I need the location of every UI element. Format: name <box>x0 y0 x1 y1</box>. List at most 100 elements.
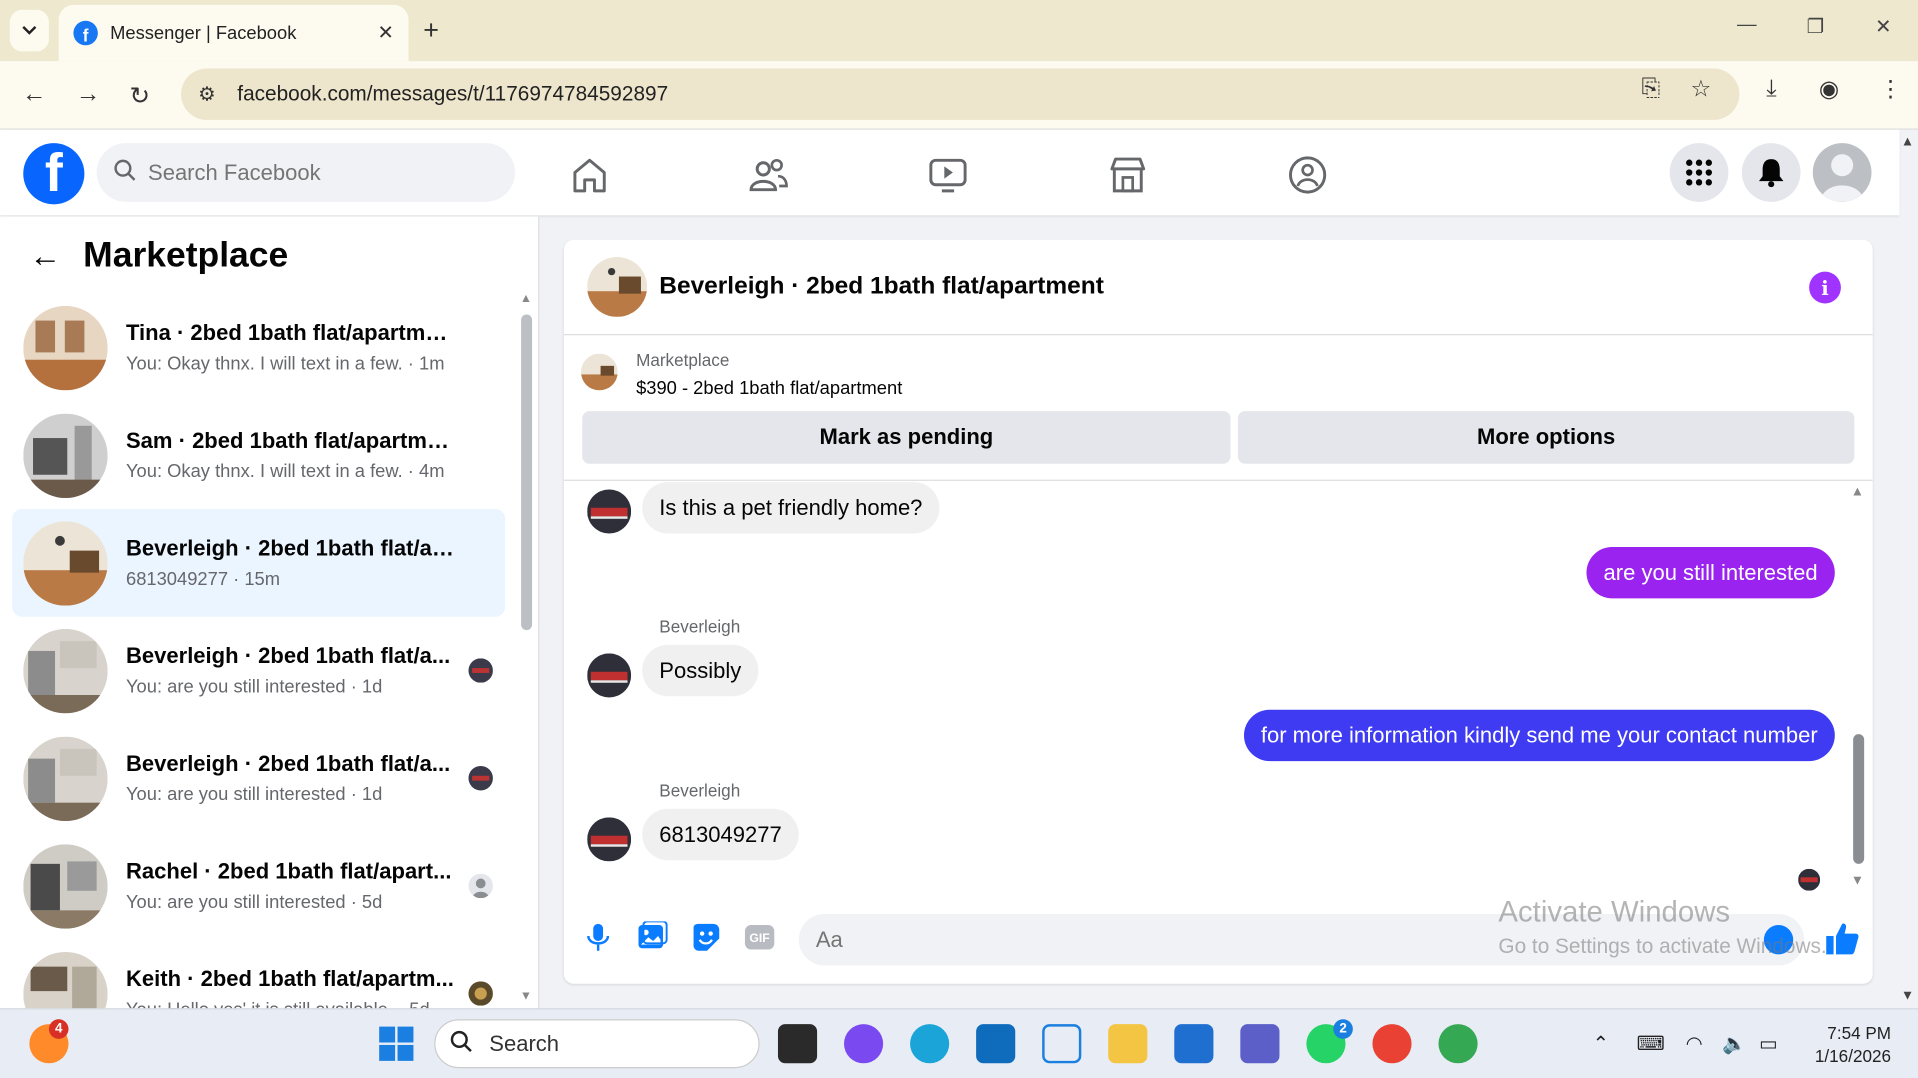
marketplace-label: Marketplace <box>636 349 730 370</box>
chat-title[interactable]: Beverleigh · 2bed 1bath flat/apartment <box>659 273 1104 301</box>
conversation-preview: You: Okay thnx. I will text in a few. · … <box>125 353 445 375</box>
tab-close-button[interactable]: ✕ <box>377 21 393 45</box>
conversation-list-scrollbar[interactable] <box>521 314 533 631</box>
restore-button[interactable]: ❐ <box>1807 15 1825 39</box>
menu-grid-button[interactable] <box>1669 143 1729 202</box>
listing-thumbnail <box>23 843 108 929</box>
sticker-icon[interactable] <box>690 921 722 953</box>
edge-icon[interactable] <box>910 1024 950 1064</box>
close-window-button[interactable]: ✕ <box>1875 15 1891 39</box>
conversation-item[interactable]: Sam · 2bed 1bath flat/apartment You: Oka… <box>12 401 505 509</box>
back-arrow-icon[interactable]: ← <box>29 237 61 275</box>
outgoing-message[interactable]: are you still interested <box>1586 546 1835 599</box>
browser-menu-icon[interactable]: ⋮ <box>1879 76 1902 104</box>
wifi-icon[interactable]: ◠ <box>1686 1031 1703 1055</box>
clock-time: 7:54 PM <box>1827 1022 1892 1043</box>
home-icon[interactable] <box>569 154 611 196</box>
scroll-up-arrow[interactable]: ▲ <box>520 292 532 305</box>
new-tab-button[interactable]: + <box>423 15 439 47</box>
conversation-item-active[interactable]: Beverleigh · 2bed 1bath flat/apa... 6813… <box>12 509 506 617</box>
install-app-icon[interactable]: ⎘ <box>1642 76 1661 103</box>
battery-icon[interactable]: ▭ <box>1759 1031 1778 1055</box>
teams-icon[interactable] <box>1240 1024 1280 1064</box>
conversation-item[interactable]: Tina · 2bed 1bath flat/apartment You: Ok… <box>12 294 505 402</box>
conversation-item[interactable]: Beverleigh · 2bed 1bath flat/a... You: a… <box>12 724 505 832</box>
marketplace-icon[interactable] <box>1107 154 1149 196</box>
taskbar-search[interactable]: Search <box>434 1019 760 1069</box>
image-icon[interactable] <box>636 921 668 953</box>
bookmark-star-icon[interactable]: ☆ <box>1690 76 1711 104</box>
watermark-subtitle: Go to Settings to activate Windows. <box>1498 934 1827 959</box>
minimize-button[interactable]: — <box>1737 15 1757 37</box>
chat-avatar[interactable] <box>587 256 648 317</box>
more-options-button[interactable]: More options <box>1237 411 1855 464</box>
incoming-message[interactable]: Possibly <box>642 644 759 697</box>
browser-tab-messenger[interactable]: f Messenger | Facebook ✕ <box>58 4 409 62</box>
chrome-profile-m-icon[interactable] <box>1372 1024 1412 1064</box>
microsoft-store-icon[interactable] <box>1174 1024 1214 1064</box>
seen-avatar <box>468 873 493 899</box>
incoming-message[interactable]: 6813049277 <box>642 808 799 861</box>
friends-icon[interactable] <box>747 154 789 196</box>
file-explorer-icon[interactable] <box>1108 1024 1148 1064</box>
downloads-icon[interactable]: ⤓ <box>1766 76 1776 103</box>
conversation-item[interactable]: Beverleigh · 2bed 1bath flat/a... You: a… <box>12 617 505 725</box>
tab-search-button[interactable] <box>9 9 49 52</box>
microphone-icon[interactable] <box>582 921 614 953</box>
conversation-name: Tina · 2bed 1bath flat/apartment <box>125 320 457 346</box>
site-info-icon[interactable]: ⚙ <box>198 82 235 106</box>
account-avatar[interactable] <box>1812 143 1872 202</box>
facebook-search-input[interactable] <box>148 159 491 186</box>
forward-button[interactable]: → <box>76 81 100 109</box>
notifications-button[interactable] <box>1741 143 1801 202</box>
facebook-header: f <box>0 129 1900 216</box>
chat-header: Beverleigh · 2bed 1bath flat/apartment i <box>563 240 1873 336</box>
listing-price-title[interactable]: $390 - 2bed 1bath flat/apartment <box>636 378 902 399</box>
task-view-icon[interactable] <box>777 1024 818 1064</box>
conversation-name: Beverleigh · 2bed 1bath flat/a... <box>125 751 451 776</box>
clock-date: 1/16/2026 <box>1814 1046 1892 1066</box>
incoming-message[interactable]: Is this a pet friendly home? <box>642 482 940 534</box>
outgoing-message[interactable]: for more information kindly send me your… <box>1243 709 1835 762</box>
message-thread: Is this a pet friendly home? are you sti… <box>564 482 1873 898</box>
conversation-preview: You: are you still interested · 5d <box>125 892 383 913</box>
listing-thumbnail <box>23 735 108 821</box>
windows-taskbar: 4 Search 2 ⌃ ⌨ ◠ 🔈 ▭ 7:54 PM 1/16/2026 <box>0 1008 1918 1078</box>
windows-start-icon[interactable] <box>377 1024 416 1063</box>
page-scroll-down-arrow[interactable]: ▼ <box>1901 989 1914 1004</box>
address-bar[interactable]: ⚙ facebook.com/messages/t/11769747845928… <box>181 68 1740 120</box>
back-button[interactable]: ← <box>22 81 46 109</box>
thumbs-up-icon[interactable] <box>1824 920 1861 957</box>
outlook-icon[interactable] <box>976 1024 1016 1064</box>
sender-avatar[interactable] <box>587 817 632 862</box>
mark-as-pending-button[interactable]: Mark as pending <box>582 411 1231 464</box>
keyboard-icon[interactable]: ⌨ <box>1637 1031 1665 1055</box>
conversation-preview: 6813049277 · 15m <box>125 568 281 590</box>
listing-thumbnail <box>23 305 108 390</box>
search-icon <box>450 1030 489 1058</box>
profile-icon[interactable]: ◉ <box>1819 76 1839 104</box>
reload-button[interactable]: ↻ <box>130 81 151 112</box>
facebook-logo[interactable]: f <box>23 143 85 205</box>
conversation-item[interactable]: Rachel · 2bed 1bath flat/apart... You: a… <box>12 832 505 940</box>
sender-avatar[interactable] <box>587 489 632 534</box>
show-hidden-icons[interactable]: ⌃ <box>1593 1031 1609 1055</box>
chat-scroll-up-arrow[interactable]: ▲ <box>1851 485 1864 500</box>
page-scroll-up-arrow[interactable]: ▲ <box>1901 135 1914 150</box>
groups-icon[interactable] <box>1287 154 1329 196</box>
volume-icon[interactable]: 🔈 <box>1722 1031 1746 1055</box>
scroll-down-arrow[interactable]: ▼ <box>520 990 532 1003</box>
gif-icon[interactable]: GIF <box>744 921 776 953</box>
facebook-search[interactable] <box>96 143 515 202</box>
info-icon[interactable]: i <box>1809 271 1841 304</box>
chat-scrollbar[interactable] <box>1853 734 1865 864</box>
chat-scroll-down-arrow[interactable]: ▼ <box>1851 874 1864 889</box>
video-icon[interactable] <box>927 154 969 196</box>
snipping-tool-icon[interactable] <box>1042 1024 1082 1064</box>
facebook-favicon-icon: f <box>73 20 98 46</box>
copilot-icon[interactable] <box>844 1024 884 1064</box>
url-text: facebook.com/messages/t/1176974784592897 <box>237 81 669 106</box>
sender-avatar[interactable] <box>587 653 632 698</box>
chrome-profile-icon[interactable] <box>1438 1024 1478 1064</box>
system-clock[interactable]: 7:54 PM 1/16/2026 <box>1803 1022 1891 1068</box>
